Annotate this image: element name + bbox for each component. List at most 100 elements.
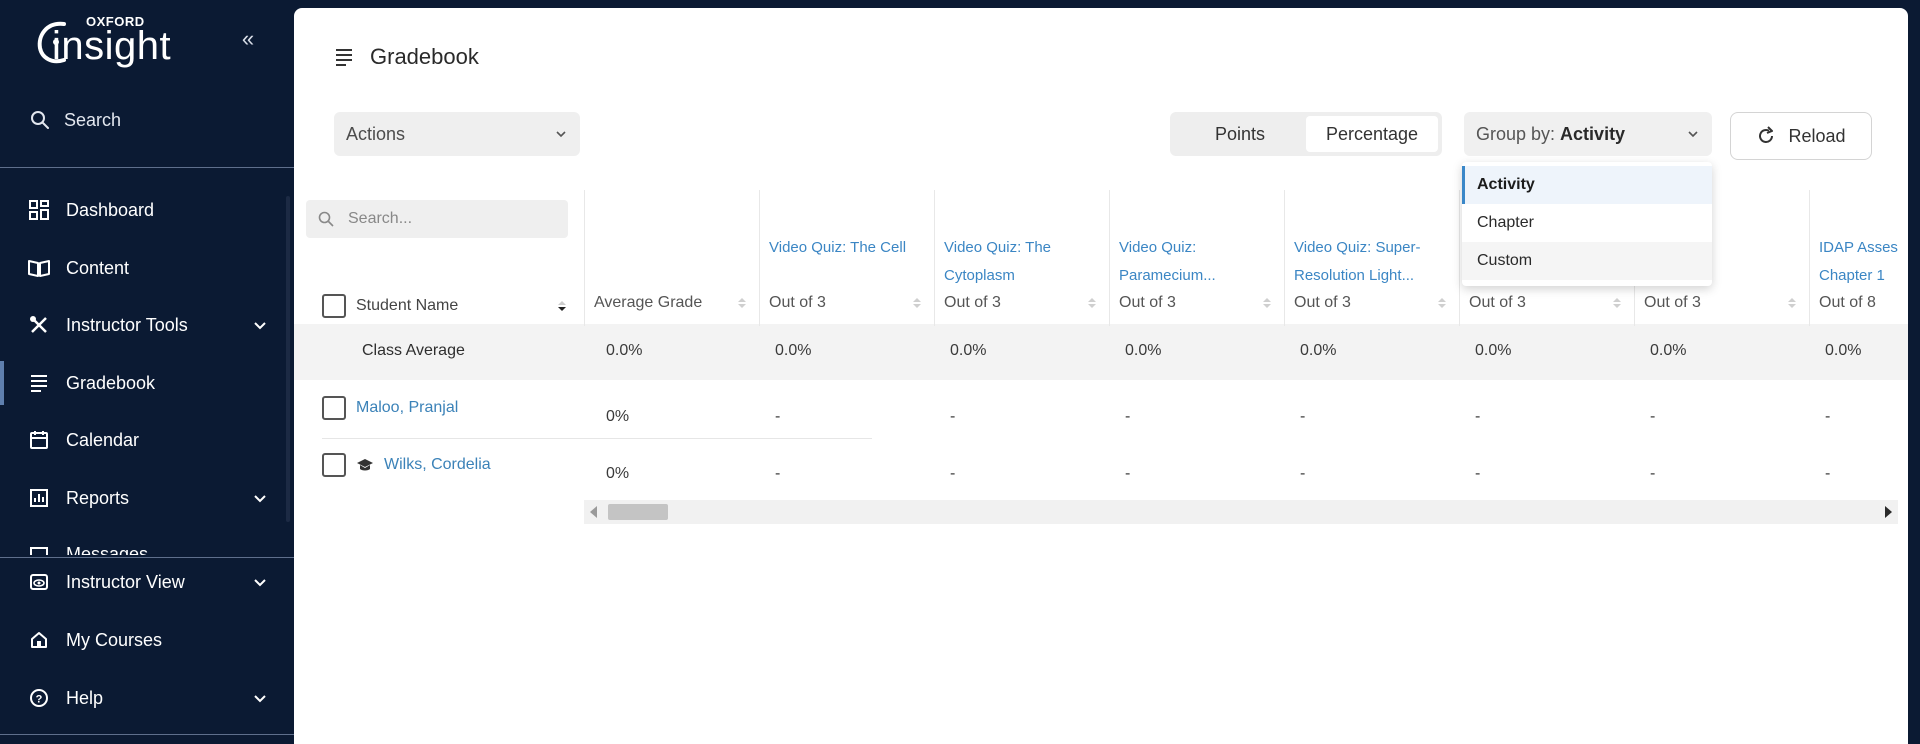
grade-column-header[interactable]: Video Quiz: Super- Resolution Light... Out… xyxy=(1284,190,1459,326)
column-divider xyxy=(934,190,935,326)
sidebar-item-instructor-tools[interactable]: Instructor Tools xyxy=(0,303,294,347)
sidebar-item-dashboard[interactable]: Dashboard xyxy=(0,188,294,232)
sort-icon[interactable] xyxy=(912,296,922,310)
grade-cell[interactable]: 0% xyxy=(606,465,629,483)
horizontal-scrollbar[interactable] xyxy=(584,500,1898,524)
activity-title-line: Video Quiz: The Cell xyxy=(769,239,907,256)
grade-column-header[interactable]: Video Quiz: The Cell Out of 3 xyxy=(759,190,934,326)
group-by-option-activity[interactable]: Activity xyxy=(1462,166,1712,204)
sidebar-item-label: Reports xyxy=(66,487,130,508)
grade-cell[interactable]: 0% xyxy=(606,408,629,426)
class-average-label: Class Average xyxy=(362,342,465,359)
grade-cell[interactable]: - xyxy=(1125,465,1130,483)
sort-icon[interactable] xyxy=(1087,296,1097,310)
gradebook-icon xyxy=(336,49,352,66)
grade-column-header[interactable]: Video Quiz: The Cytoplasm Out of 3 xyxy=(934,190,1109,326)
student-name-link[interactable]: Maloo, Pranjal xyxy=(356,399,458,417)
sidebar-item-content[interactable]: Content xyxy=(0,246,294,290)
student-name-link[interactable]: Wilks, Cordelia xyxy=(384,456,491,474)
scroll-thumb[interactable] xyxy=(608,504,668,520)
sidebar-item-my-courses[interactable]: My Courses xyxy=(0,618,294,662)
grade-column-header[interactable]: Video Quiz: Paramecium... Out of 3 xyxy=(1109,190,1284,326)
max-points-label: Out of 3 xyxy=(1294,294,1351,311)
sidebar-divider xyxy=(0,167,294,168)
collapse-sidebar-button[interactable]: « xyxy=(236,28,260,52)
scroll-left-arrow-icon[interactable] xyxy=(590,506,597,518)
activity-title-line: Resolution Light... xyxy=(1294,267,1415,284)
sidebar-item-calendar[interactable]: Calendar xyxy=(0,418,294,462)
activity-title-link[interactable]: IDAP Asses Chapter 1 xyxy=(1819,234,1908,290)
activity-title-link[interactable]: Video Quiz: The Cytoplasm xyxy=(944,234,1104,290)
reports-icon xyxy=(28,487,50,509)
grade-cell[interactable]: - xyxy=(1125,408,1130,426)
grade-column-header[interactable]: Average Grade xyxy=(584,190,759,326)
grade-cell[interactable]: - xyxy=(1475,465,1480,483)
sidebar-item-label: My Courses xyxy=(66,629,163,650)
activity-title-line: Paramecium... xyxy=(1119,267,1216,284)
percentage-toggle-button[interactable]: Percentage xyxy=(1306,116,1438,152)
sort-icon[interactable] xyxy=(1262,296,1272,310)
sort-icon[interactable] xyxy=(556,298,568,314)
actions-dropdown[interactable]: Actions xyxy=(334,112,580,156)
sidebar-item-label: Gradebook xyxy=(66,372,156,393)
sidebar-divider xyxy=(0,734,294,735)
group-by-dropdown[interactable]: Group by: Activity xyxy=(1464,112,1712,156)
select-all-checkbox[interactable] xyxy=(322,294,346,318)
sidebar-item-gradebook[interactable]: Gradebook xyxy=(0,361,294,405)
activity-title-link[interactable]: Video Quiz: The Cell xyxy=(769,234,929,262)
grade-cell[interactable]: - xyxy=(950,465,955,483)
sidebar-search[interactable]: Search xyxy=(30,104,270,136)
column-divider xyxy=(1109,190,1110,326)
student-search-input[interactable]: Search... xyxy=(306,200,568,238)
main-panel: Gradebook Actions Points Percentage Grou… xyxy=(294,8,1908,744)
sidebar-item-label: Instructor Tools xyxy=(66,314,188,335)
class-average-cell: 0.0% xyxy=(1300,342,1337,359)
activity-title-link[interactable]: Video Quiz: Paramecium... xyxy=(1119,234,1279,290)
eye-icon xyxy=(28,571,50,593)
grade-cell[interactable]: - xyxy=(1300,465,1305,483)
reload-button[interactable]: Reload xyxy=(1730,112,1872,160)
row-checkbox[interactable] xyxy=(322,453,346,477)
column-divider xyxy=(584,190,585,326)
grade-cell[interactable]: - xyxy=(775,408,780,426)
display-mode-toggle: Points Percentage xyxy=(1170,112,1442,156)
sort-icon[interactable] xyxy=(1612,296,1622,310)
grade-cell[interactable]: - xyxy=(1300,408,1305,426)
sidebar-item-reports[interactable]: Reports xyxy=(0,476,294,520)
search-icon xyxy=(318,211,334,227)
activity-title-line: Chapter 1 xyxy=(1819,267,1885,284)
sort-icon[interactable] xyxy=(1787,296,1797,310)
class-average-cell: 0.0% xyxy=(606,342,643,359)
sidebar-scrollbar[interactable] xyxy=(286,196,290,522)
max-points-label: Out of 8 xyxy=(1819,294,1876,311)
group-by-option-chapter[interactable]: Chapter xyxy=(1462,204,1712,242)
sidebar-item-instructor-view[interactable]: Instructor View xyxy=(0,560,294,604)
student-search-placeholder: Search... xyxy=(348,210,413,227)
grade-cell[interactable]: - xyxy=(1825,408,1830,426)
column-divider xyxy=(1284,190,1285,326)
chevron-down-icon xyxy=(1688,131,1698,138)
sort-icon[interactable] xyxy=(1437,296,1447,310)
sidebar-item-label: Calendar xyxy=(66,429,140,450)
sidebar-item-messages[interactable]: Messages xyxy=(0,533,294,555)
grade-cell[interactable]: - xyxy=(1825,465,1830,483)
oxford-insight-logo[interactable]: OXFORD insight xyxy=(34,12,194,72)
activity-title-line: Video Quiz: Super- xyxy=(1294,239,1421,256)
activity-title-link[interactable]: Video Quiz: Super- Resolution Light... xyxy=(1294,234,1454,290)
points-toggle-button[interactable]: Points xyxy=(1174,116,1306,152)
logo-insight-text: insight xyxy=(52,24,172,68)
activity-title-line: Video Quiz: xyxy=(1119,239,1197,256)
grade-cell[interactable]: - xyxy=(1650,465,1655,483)
scroll-right-arrow-icon[interactable] xyxy=(1885,506,1892,518)
sort-icon[interactable] xyxy=(737,296,747,310)
grade-column-header[interactable]: IDAP Asses Chapter 1 Out of 8 xyxy=(1809,190,1908,326)
grade-cell[interactable]: - xyxy=(1650,408,1655,426)
row-checkbox[interactable] xyxy=(322,396,346,420)
sidebar-item-help[interactable]: ? Help xyxy=(0,676,294,720)
group-by-option-custom[interactable]: Custom xyxy=(1462,242,1712,280)
grade-cell[interactable]: - xyxy=(950,408,955,426)
student-name-header[interactable]: Student Name xyxy=(322,286,568,326)
grade-cell[interactable]: - xyxy=(1475,408,1480,426)
grade-cell[interactable]: - xyxy=(775,465,780,483)
chevron-down-icon xyxy=(254,322,266,330)
